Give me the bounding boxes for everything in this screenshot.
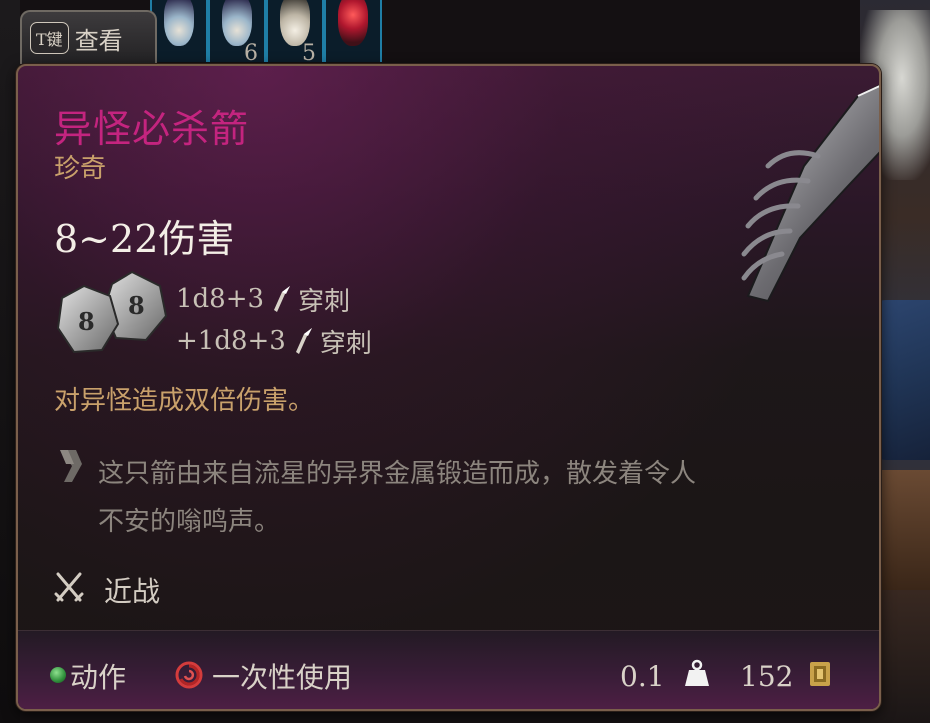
view-button[interactable]: T键 查看 — [20, 10, 157, 64]
consumable-label: 一次性使用 — [212, 661, 353, 694]
item-name: 异怪必杀箭 — [54, 107, 250, 151]
crossed-swords-icon — [54, 572, 84, 602]
pierce-icon — [274, 286, 291, 312]
dice-formula: 1d8+3 — [176, 284, 265, 314]
gold-coin-icon — [810, 662, 830, 686]
hotbar: 6 5 — [150, 0, 382, 66]
pierce-icon — [295, 328, 312, 354]
white-flask-icon — [280, 0, 310, 46]
weight-icon — [685, 659, 709, 686]
lore-line: 不安的嗡鸣声。 — [98, 507, 281, 537]
lore-line: 这只箭由来自流星的异界金属锻造而成，散发着令人 — [98, 459, 697, 489]
blue-flask-icon — [164, 0, 194, 46]
blue-flask-icon — [222, 0, 252, 46]
dice-line: 1d8+3 穿刺 — [176, 278, 372, 320]
svg-text:8: 8 — [128, 291, 145, 320]
damage-type: 穿刺 — [319, 328, 372, 359]
svg-text:8: 8 — [78, 307, 95, 336]
arrowhead-icon — [741, 84, 879, 303]
weapon-property: 近战 — [104, 575, 161, 608]
hotbar-slot[interactable]: 5 — [266, 0, 324, 66]
item-rarity: 珍奇 — [54, 154, 107, 184]
damage-type: 穿刺 — [298, 286, 351, 317]
action-label: 动作 — [70, 661, 127, 694]
dice-formula: +1d8+3 — [176, 326, 286, 356]
one-use-icon — [175, 661, 203, 689]
special-effect: 对异怪造成双倍伤害。 — [54, 386, 315, 416]
item-tooltip: 异怪必杀箭 珍奇 8~22伤害 8 8 1d8+3 穿刺 +1d8+3 穿刺 对… — [16, 64, 881, 711]
item-damage: 8~22伤害 — [54, 217, 235, 261]
hotbar-slot[interactable] — [324, 0, 382, 62]
hotbar-slot-count: 5 — [302, 41, 316, 66]
item-price: 152 — [740, 660, 794, 693]
action-icon — [50, 667, 66, 683]
dice-line: +1d8+3 穿刺 — [176, 320, 372, 362]
hotbar-slot-count: 6 — [244, 41, 258, 66]
item-weight: 0.1 — [620, 660, 665, 693]
item-lore: 这只箭由来自流星的异界金属锻造而成，散发着令人 不安的嗡鸣声。 — [98, 450, 858, 546]
dice-icon: 8 8 — [56, 270, 168, 354]
dice-lines: 1d8+3 穿刺 +1d8+3 穿刺 — [176, 278, 372, 362]
hotbar-slot[interactable]: 6 — [208, 0, 266, 66]
view-button-label: 查看 — [74, 26, 123, 55]
red-gem-icon — [338, 0, 368, 46]
keybind-badge: T键 — [30, 22, 69, 54]
hotbar-slot[interactable] — [150, 0, 208, 62]
scroll-icon — [60, 450, 82, 482]
